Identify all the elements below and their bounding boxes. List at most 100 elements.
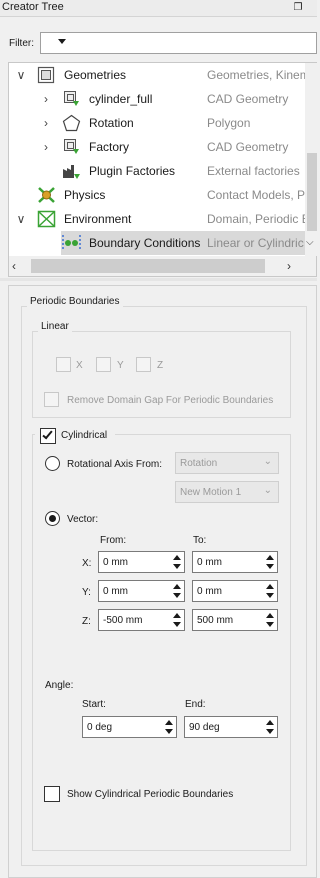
spin-arrows-icon[interactable] <box>172 553 183 571</box>
linear-z-label: Z <box>157 360 164 371</box>
tree-item[interactable]: ∨ Environment Domain, Periodic B <box>9 207 305 231</box>
spin-arrows-icon[interactable] <box>164 718 175 736</box>
chevron-down-icon[interactable]: ∨ <box>15 68 27 82</box>
vector-label: Vector: <box>67 514 99 525</box>
show-cylindrical-label: Show Cylindrical Periodic Boundaries <box>67 789 234 800</box>
tree-item[interactable]: › Rotation Polygon <box>9 111 305 135</box>
tree-item-description: CAD Geometry <box>207 92 289 106</box>
to-label: To: <box>193 535 207 546</box>
chevron-right-icon[interactable]: › <box>40 116 52 130</box>
vector-radio[interactable] <box>45 511 60 526</box>
cad-geometry-icon <box>62 138 81 156</box>
spin-arrows-icon[interactable] <box>172 582 183 600</box>
properties-panel: Periodic Boundaries Linear X Y Z Remove … <box>8 285 317 878</box>
spin-arrows-icon[interactable] <box>265 582 276 600</box>
tree-item-description: Linear or Cylindric <box>207 236 304 250</box>
rotational-axis-combobox[interactable]: Rotation ⌄ <box>175 452 279 474</box>
horizontal-scrollbar[interactable]: ‹ › <box>9 256 316 276</box>
scroll-down-icon[interactable]: ⌵ <box>306 237 314 248</box>
chevron-down-icon: ⌄ <box>263 485 272 496</box>
linear-x-checkbox[interactable] <box>56 357 71 372</box>
polygon-icon <box>62 114 81 132</box>
splitter[interactable] <box>0 278 317 281</box>
tree-item[interactable]: Boundary Conditions Linear or Cylindric <box>61 231 305 255</box>
motion-value: New Motion 1 <box>180 487 242 498</box>
y-to-spinbox[interactable]: 0 mm <box>192 580 278 602</box>
tree-item-description: Domain, Periodic B <box>207 212 305 226</box>
spin-arrows-icon[interactable] <box>265 553 276 571</box>
motion-combobox[interactable]: New Motion 1 ⌄ <box>175 481 279 503</box>
scroll-left-icon[interactable]: ‹ <box>12 259 16 273</box>
tree-item[interactable]: ∨ Geometries Geometries, Kinem <box>9 63 305 87</box>
factory-icon <box>62 162 81 180</box>
tree-item-description: Geometries, Kinem <box>207 68 305 82</box>
scroll-right-icon[interactable]: › <box>287 259 291 273</box>
angle-start-spinbox[interactable]: 0 deg <box>82 716 177 738</box>
spin-arrows-icon[interactable] <box>172 611 183 629</box>
angle-start-value: 0 deg <box>87 722 113 733</box>
rotational-axis-radio[interactable] <box>45 456 60 471</box>
spin-arrows-icon[interactable] <box>265 718 276 736</box>
z-to-spinbox[interactable]: 500 mm <box>192 609 278 631</box>
angle-end-spinbox[interactable]: 90 deg <box>184 716 278 738</box>
tree-item[interactable]: › cylinder_full CAD Geometry <box>9 87 305 111</box>
linear-z-checkbox[interactable] <box>136 357 151 372</box>
spin-arrows-icon[interactable] <box>265 611 276 629</box>
z-from-value: -500 mm <box>103 615 143 626</box>
creator-tree[interactable]: ∨ Geometries Geometries, Kinem › cylinder_fu… <box>8 62 317 277</box>
tree-item-label: Environment <box>64 212 132 226</box>
rotational-axis-value: Rotation <box>180 458 218 469</box>
tree-item-label: Physics <box>64 188 106 202</box>
panel-title: Creator Tree <box>2 1 64 13</box>
x-from-spinbox[interactable]: 0 mm <box>98 551 185 573</box>
tree-item-description: CAD Geometry <box>207 140 289 154</box>
filter-combobox[interactable] <box>40 32 317 54</box>
tree-item-description: External factories <box>207 164 300 178</box>
chevron-down-icon: ⌄ <box>263 456 272 467</box>
tree-item[interactable]: Plugin Factories External factories <box>9 159 305 183</box>
show-cylindrical-checkbox[interactable] <box>44 786 60 802</box>
z-from-spinbox[interactable]: -500 mm <box>98 609 185 631</box>
z-to-value: 500 mm <box>197 615 234 626</box>
cylindrical-checkbox[interactable] <box>40 428 56 444</box>
x-axis-label: X: <box>82 558 92 569</box>
cad-geometry-icon <box>62 90 81 108</box>
tree-item-label: cylinder_full <box>89 92 153 106</box>
x-to-value: 0 mm <box>197 557 222 568</box>
chevron-down-icon[interactable]: ∨ <box>15 212 27 226</box>
linear-y-checkbox[interactable] <box>96 357 111 372</box>
tree-item-label: Factory <box>89 140 130 154</box>
vertical-scrollbar-thumb[interactable] <box>307 153 317 231</box>
vertical-scrollbar[interactable]: ⌵ <box>305 63 317 256</box>
tree-item-description: Contact Models, P <box>207 188 305 202</box>
tree-item[interactable]: Physics Contact Models, P <box>9 183 305 207</box>
boundary-conditions-icon <box>62 234 81 252</box>
tree-item-label: Geometries <box>64 68 127 82</box>
y-to-value: 0 mm <box>197 586 222 597</box>
rotational-axis-label: Rotational Axis From: <box>67 459 163 470</box>
panel-titlebar: Creator Tree ❐ <box>0 0 317 17</box>
start-label: Start: <box>82 699 106 710</box>
y-from-spinbox[interactable]: 0 mm <box>98 580 185 602</box>
x-from-value: 0 mm <box>103 557 128 568</box>
x-to-spinbox[interactable]: 0 mm <box>192 551 278 573</box>
geometries-icon <box>37 66 56 84</box>
environment-icon <box>37 210 56 228</box>
linear-x-label: X <box>76 360 83 371</box>
horizontal-scrollbar-thumb[interactable] <box>31 259 265 273</box>
tree-item[interactable]: › Factory CAD Geometry <box>9 135 305 159</box>
angle-end-value: 90 deg <box>189 722 220 733</box>
remove-domain-gap-checkbox[interactable] <box>44 392 59 407</box>
y-axis-label: Y: <box>82 587 91 598</box>
physics-icon <box>37 186 56 204</box>
float-panel-icon[interactable]: ❐ <box>291 1 305 15</box>
chevron-down-icon[interactable] <box>58 39 66 44</box>
chevron-right-icon[interactable]: › <box>40 140 52 154</box>
filter-label: Filter: <box>9 38 34 49</box>
cylindrical-label: Cylindrical <box>61 430 108 441</box>
z-axis-label: Z: <box>82 616 91 627</box>
end-label: End: <box>185 699 206 710</box>
from-label: From: <box>100 535 127 546</box>
linear-y-label: Y <box>117 360 124 371</box>
chevron-right-icon[interactable]: › <box>40 92 52 106</box>
